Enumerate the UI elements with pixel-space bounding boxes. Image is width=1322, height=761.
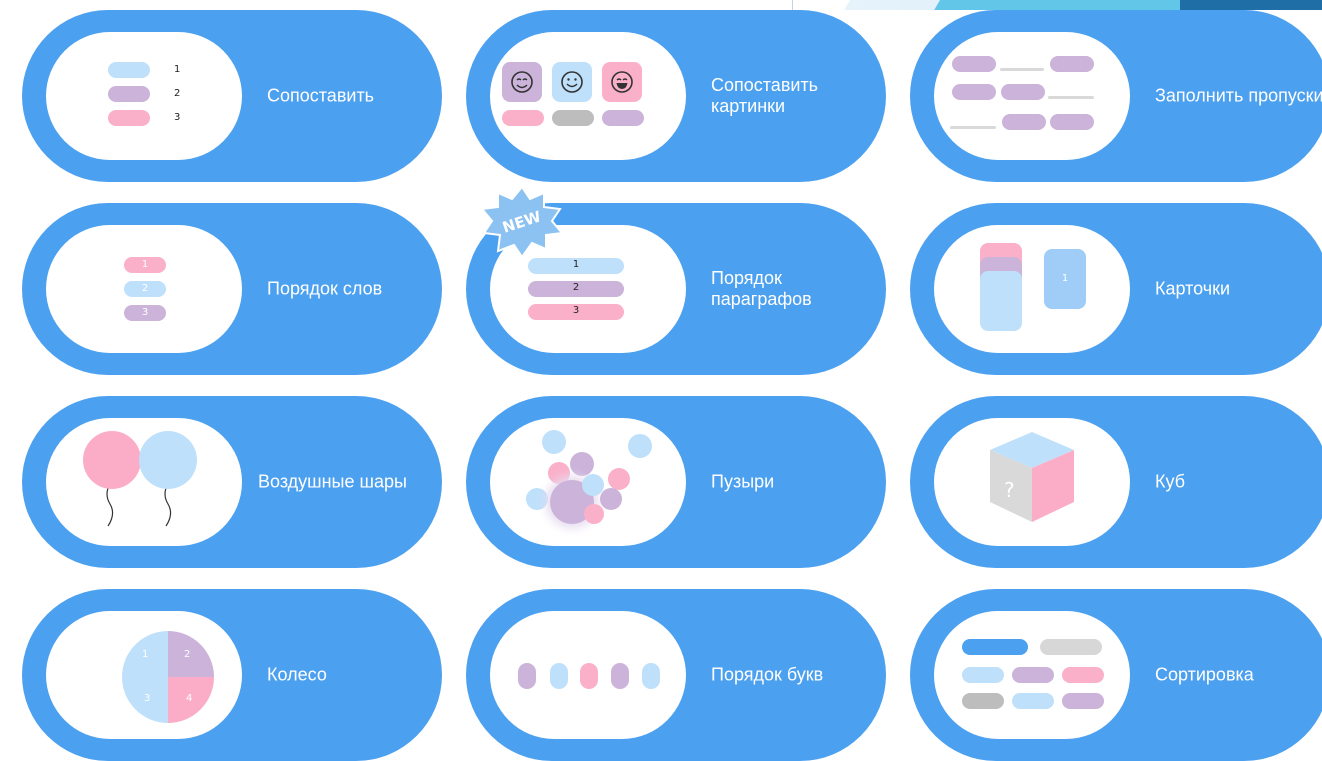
card-label: Воздушные шары	[258, 471, 407, 492]
pill: 1	[124, 257, 166, 273]
laugh-face-icon	[602, 62, 642, 102]
balloons-icon	[46, 418, 242, 546]
card-label: Порядок параграфов	[711, 268, 812, 309]
pill	[1012, 693, 1054, 709]
pill	[1062, 693, 1104, 709]
card-wheel[interactable]: 1 2 3 4 Колесо	[22, 589, 442, 761]
card-fill-gaps[interactable]: Заполнить пропуски	[910, 10, 1322, 182]
pill	[952, 84, 996, 100]
pill	[1050, 114, 1094, 130]
cube-question-mark: ?	[1004, 478, 1015, 502]
sector-label: 3	[144, 693, 151, 704]
card-balloons[interactable]: Воздушные шары	[22, 396, 442, 568]
card-matching[interactable]: 1 2 3 Сопоставить	[22, 10, 442, 182]
header-decoration-dark	[1180, 0, 1322, 10]
pill	[1062, 667, 1104, 683]
card-label: Сопоставить картинки	[711, 75, 819, 116]
number-label: 3	[174, 112, 181, 123]
card-label: Заполнить пропуски	[1155, 85, 1322, 106]
pill: 3	[124, 305, 166, 321]
card-sorting[interactable]: Сортировка	[910, 589, 1322, 761]
card-flashcards[interactable]: 1 Карточки	[910, 203, 1322, 375]
bubble	[542, 430, 566, 454]
sector-label: 4	[186, 693, 193, 704]
pill	[962, 693, 1004, 709]
pill	[962, 667, 1004, 683]
bubbles-icon	[490, 418, 686, 546]
bubble	[628, 434, 652, 458]
match-pictures-icon	[490, 32, 686, 160]
bubble	[570, 452, 594, 476]
matching-pairs-icon: 1 2 3	[46, 32, 242, 160]
letter-tile	[611, 663, 629, 689]
pill	[1002, 114, 1046, 130]
number-label: 3	[141, 307, 149, 318]
bubble	[584, 504, 604, 524]
pill	[1001, 84, 1045, 100]
letter-tile	[518, 663, 536, 689]
number-label: 1	[1061, 273, 1069, 284]
fill-gaps-icon	[934, 32, 1130, 160]
card-label: Сортировка	[1155, 664, 1254, 685]
letter-tile	[550, 663, 568, 689]
pill: 3	[528, 304, 624, 320]
pill	[1050, 56, 1094, 72]
card-label: Порядок букв	[711, 664, 824, 685]
number-label: 2	[572, 282, 580, 293]
letter-order-icon	[490, 611, 686, 739]
number-label: 3	[572, 305, 580, 316]
card-label: Порядок слов	[267, 278, 383, 299]
card-word-order[interactable]: 1 2 3 Порядок слов	[22, 203, 442, 375]
pill	[108, 110, 150, 126]
number-label: 2	[174, 88, 181, 99]
card-letter-order[interactable]: Порядок букв	[466, 589, 886, 761]
sorting-icon	[934, 611, 1130, 739]
card-label: Пузыри	[711, 471, 775, 492]
card-cube[interactable]: ? Куб	[910, 396, 1322, 568]
bubble	[526, 488, 548, 510]
pill	[552, 110, 594, 126]
sector-label: 2	[184, 649, 191, 660]
card-shape	[980, 271, 1022, 331]
card-shape: 1	[1044, 249, 1086, 309]
smile-face-icon	[502, 62, 542, 102]
pill	[1012, 667, 1054, 683]
card-label: Сопоставить	[267, 85, 375, 106]
pill	[1040, 639, 1102, 655]
sector-label: 1	[142, 649, 149, 660]
card-label: Колесо	[267, 664, 327, 685]
gap-line	[1048, 96, 1094, 99]
pill: 2	[528, 281, 624, 297]
pill	[108, 62, 150, 78]
bubble	[600, 488, 622, 510]
letter-tile	[642, 663, 660, 689]
word-order-icon: 1 2 3	[46, 225, 242, 353]
new-badge: NEW	[478, 185, 566, 266]
pill	[502, 110, 544, 126]
pill	[962, 639, 1028, 655]
gap-line	[950, 126, 996, 129]
pill	[602, 110, 644, 126]
bubble	[608, 468, 630, 490]
number-label: 1	[141, 259, 149, 270]
cube-icon: ?	[934, 418, 1130, 546]
pill	[952, 56, 996, 72]
number-label: 1	[174, 64, 181, 75]
number-label: 2	[141, 283, 149, 294]
card-bubbles[interactable]: Пузыри	[466, 396, 886, 568]
card-label: Карточки	[1155, 278, 1231, 299]
pill	[108, 86, 150, 102]
pill: 2	[124, 281, 166, 297]
wheel-icon: 1 2 3 4	[46, 611, 242, 739]
smile-face-icon	[552, 62, 592, 102]
card-label: Куб	[1155, 471, 1185, 492]
letter-tile	[580, 663, 598, 689]
gap-line	[1000, 68, 1044, 71]
card-match-pictures[interactable]: Сопоставить картинки	[466, 10, 886, 182]
flashcards-icon: 1	[934, 225, 1130, 353]
